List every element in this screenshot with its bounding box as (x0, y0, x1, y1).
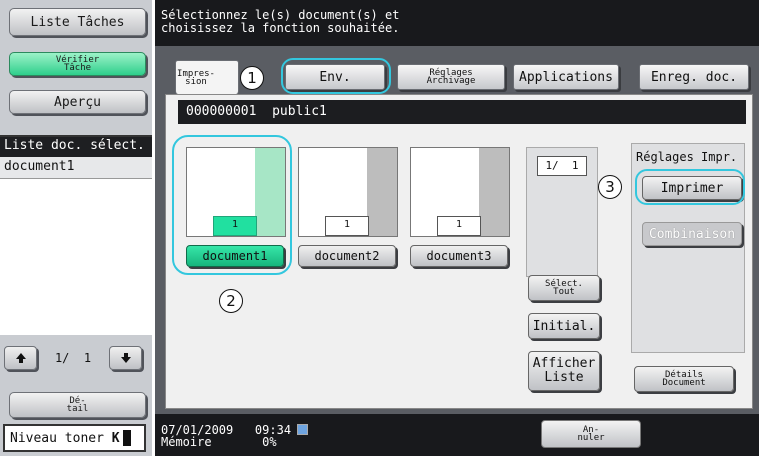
combinaison-button: Combinaison (642, 222, 742, 246)
list-item[interactable]: document1 (0, 157, 152, 179)
scroll-down-button[interactable] (109, 346, 142, 370)
scroll-up-button[interactable] (4, 346, 37, 370)
callout-1: 1 (240, 66, 264, 90)
annuler-button[interactable]: An- nuler (541, 420, 641, 448)
tab-reglages-archivage[interactable]: Réglages Archivage (397, 64, 505, 90)
network-icon (297, 424, 309, 435)
afficher-liste-button[interactable]: Afficher Liste (528, 351, 600, 391)
callout-ring (635, 169, 745, 205)
callout-2: 2 (219, 289, 243, 313)
tab-enreg-doc[interactable]: Enreg. doc. (639, 64, 749, 90)
document-thumbnail[interactable]: 1 (298, 147, 398, 237)
page-indicator: 1/ 1 (54, 351, 92, 365)
page-value: 1/ 1 (537, 156, 587, 176)
document-button[interactable]: document2 (298, 245, 396, 267)
reglages-impr-title: Réglages Impr. (636, 150, 738, 164)
arrow-down-icon (120, 353, 131, 363)
document-panel: 000000001 public1 1 document1 1 document… (165, 94, 753, 409)
box-info-bar: 000000001 public1 (178, 100, 746, 124)
thumbnail-preview (367, 148, 397, 236)
apercu-button[interactable]: Aperçu (9, 90, 146, 114)
selected-doc-list: Liste doc. sélect. document1 (0, 135, 152, 335)
verifier-tache-button[interactable]: Vérifier Tâche (9, 52, 146, 76)
toner-color: K (111, 430, 120, 446)
page-count: 1 (325, 216, 369, 236)
main-area: Impres- sion Env. Réglages Archivage App… (155, 46, 759, 414)
memory-value: 0% (262, 435, 277, 449)
memory-label: Mémoire (161, 435, 212, 449)
document-thumbnail[interactable]: 1 (410, 147, 510, 237)
page-selector: 1/ 1 (526, 147, 598, 277)
detail-button[interactable]: Dé- tail (9, 392, 146, 418)
list-pager: 1/ 1 (4, 345, 149, 371)
document-button[interactable]: document3 (410, 245, 508, 267)
liste-taches-button[interactable]: Liste Tâches (9, 8, 146, 36)
callout-ring (172, 135, 292, 275)
tab-impression[interactable]: Impres- sion (175, 60, 239, 94)
toner-label: Niveau toner (10, 430, 104, 446)
instruction-message: Sélectionnez le(s) document(s) et choisi… (155, 0, 759, 46)
status-bar: 07/01/2009 09:34 Mémoire 0% An- nuler (155, 414, 759, 456)
page-count: 1 (437, 216, 481, 236)
details-document-button[interactable]: Détails Document (634, 366, 734, 392)
thumbnail-preview (479, 148, 509, 236)
toner-bar (122, 430, 131, 446)
toner-level: Niveau toner K (3, 424, 146, 452)
initial-button[interactable]: Initial. (528, 313, 600, 339)
arrow-up-icon (15, 353, 26, 363)
tab-applications[interactable]: Applications (513, 64, 619, 90)
select-all-button[interactable]: Sélect. Tout (528, 275, 600, 301)
selected-doc-list-header: Liste doc. sélect. (0, 137, 152, 157)
callout-3: 3 (598, 175, 622, 199)
callout-ring (281, 58, 391, 94)
left-panel: Liste Tâches Vérifier Tâche Aperçu Liste… (0, 0, 152, 456)
